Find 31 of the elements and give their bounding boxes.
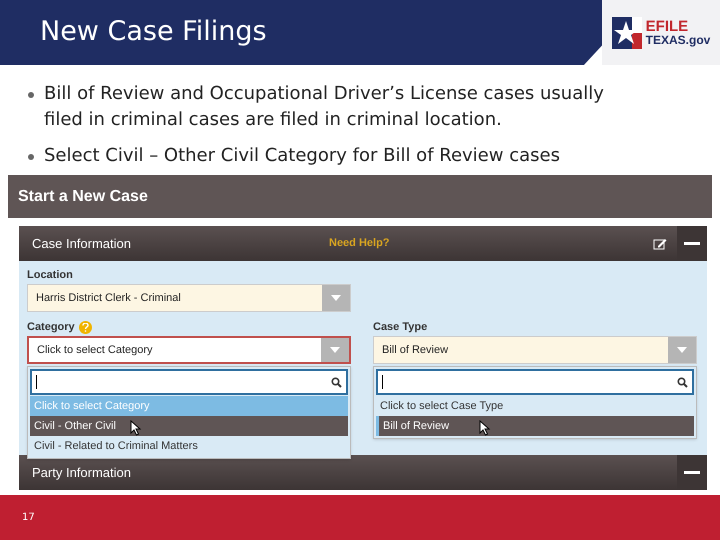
caret-icon — [677, 347, 687, 353]
mouse-pointer-icon — [130, 420, 142, 436]
caret-icon — [331, 295, 341, 301]
search-icon — [677, 376, 688, 388]
select-field[interactable]: Click to select Category — [27, 336, 351, 364]
bullet-text: Bill of Review and Occupational Driver’s License cases usually filed in criminal cases are filed in criminal location. — [44, 82, 605, 132]
mouse-pointer-icon — [479, 420, 491, 436]
dropdown-search-field[interactable] — [376, 369, 694, 395]
search-icon — [331, 376, 342, 388]
section-title: Case Information — [31, 234, 132, 253]
dropdown-option[interactable]: Bill of Review — [376, 416, 694, 436]
dropdown-option[interactable]: Click to select Case Type — [376, 396, 694, 416]
dropdown-option[interactable]: Civil - Other Civil — [30, 416, 348, 436]
page-heading: Start a New Case — [18, 186, 148, 206]
select-field[interactable]: Bill of Review — [373, 336, 697, 364]
edit-icon[interactable] — [653, 238, 667, 250]
star-flag-icon — [612, 16, 642, 48]
field-label: Category — [27, 320, 75, 335]
select-field[interactable]: Harris District Clerk - Criminal — [27, 284, 351, 312]
slide-title: New Case Filings — [40, 15, 267, 50]
dropdown-option[interactable]: Civil - Related to Criminal Matters — [30, 436, 348, 456]
bullet-text: Select Civil – Other Civil Category for Bill of Review cases — [44, 144, 560, 168]
field-label: Case Type — [373, 320, 428, 335]
page-number: 17 — [22, 511, 35, 525]
logo-text: TEXAS.gov — [646, 34, 710, 46]
help-link[interactable]: Need Help? — [329, 235, 653, 252]
section-title: Party Information — [31, 464, 132, 482]
caret-icon — [330, 347, 340, 353]
field-label: Location — [27, 268, 73, 283]
logo-text: EFILE — [646, 19, 690, 34]
dropdown-search-field[interactable] — [30, 369, 348, 395]
